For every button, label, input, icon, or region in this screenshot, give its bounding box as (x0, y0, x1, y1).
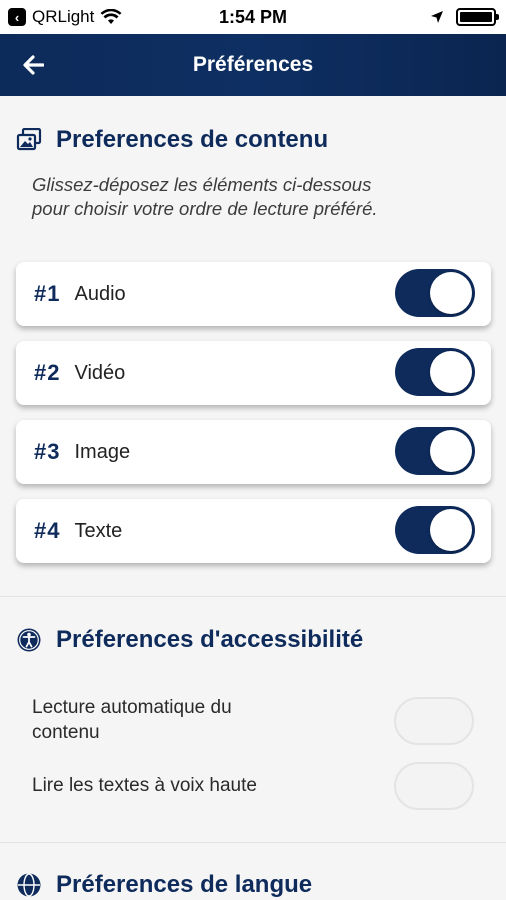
description-line-1: Glissez-déposez les éléments ci-dessous (32, 174, 372, 195)
arrow-left-icon (23, 55, 44, 75)
images-icon (16, 128, 42, 151)
location-arrow-icon (431, 11, 443, 23)
nav-bar: Préférences (0, 34, 506, 96)
item-rank: #3 (34, 439, 61, 464)
item-label: Texte (74, 519, 123, 542)
content-order-item-audio[interactable]: #1 Audio (16, 262, 491, 326)
image-toggle[interactable] (395, 427, 475, 475)
content-preferences-header: Preferences de contenu (16, 126, 328, 154)
read-aloud-label-text: Lire les textes à voix haute (32, 775, 257, 796)
autoplay-content-toggle[interactable] (394, 697, 474, 745)
accessibility-icon (17, 628, 41, 652)
read-aloud-label: Lire les textes à voix haute (32, 773, 257, 798)
video-toggle[interactable] (395, 348, 475, 396)
toggle-knob (430, 351, 472, 393)
autoplay-content-label: Lecture automatique du contenu (32, 695, 232, 745)
back-button[interactable] (16, 48, 50, 82)
preferences-content[interactable]: Preferences de contenu Glissez-déposez l… (0, 96, 506, 900)
content-order-item-image[interactable]: #3 Image (16, 420, 491, 484)
language-preferences-header: Préferences de langue (16, 871, 312, 899)
section-divider (0, 842, 506, 843)
read-aloud-toggle[interactable] (394, 762, 474, 810)
section-divider (0, 596, 506, 597)
text-toggle[interactable] (395, 506, 475, 554)
description-line-2: pour choisir votre ordre de lecture préf… (32, 198, 378, 219)
toggle-knob (430, 509, 472, 551)
item-label: Vidéo (74, 361, 126, 384)
content-preferences-description: Glissez-déposez les éléments ci-dessous … (32, 173, 482, 221)
audio-toggle[interactable] (395, 269, 475, 317)
status-bar: ‹ QRLight 1:54 PM (0, 0, 506, 34)
item-label: Image (74, 440, 131, 463)
content-preferences-title: Preferences de contenu (56, 126, 329, 153)
item-rank: #4 (34, 518, 61, 543)
autoplay-label-line-1: Lecture automatique du (32, 697, 232, 718)
content-order-item-video[interactable]: #2 Vidéo (16, 341, 491, 405)
battery-icon (456, 8, 499, 26)
item-label: Audio (74, 282, 126, 305)
toggle-knob (430, 272, 472, 314)
item-rank: #2 (34, 360, 61, 385)
toggle-knob (430, 430, 472, 472)
content-order-item-text[interactable]: #4 Texte (16, 499, 491, 563)
item-rank: #1 (34, 281, 61, 306)
accessibility-preferences-title: Préferences d'accessibilité (56, 626, 364, 653)
language-preferences-title: Préferences de langue (56, 871, 313, 898)
accessibility-preferences-header: Préferences d'accessibilité (16, 626, 363, 654)
globe-icon (17, 873, 41, 897)
autoplay-label-line-2: contenu (32, 722, 100, 743)
page-title: Préférences (192, 53, 314, 76)
